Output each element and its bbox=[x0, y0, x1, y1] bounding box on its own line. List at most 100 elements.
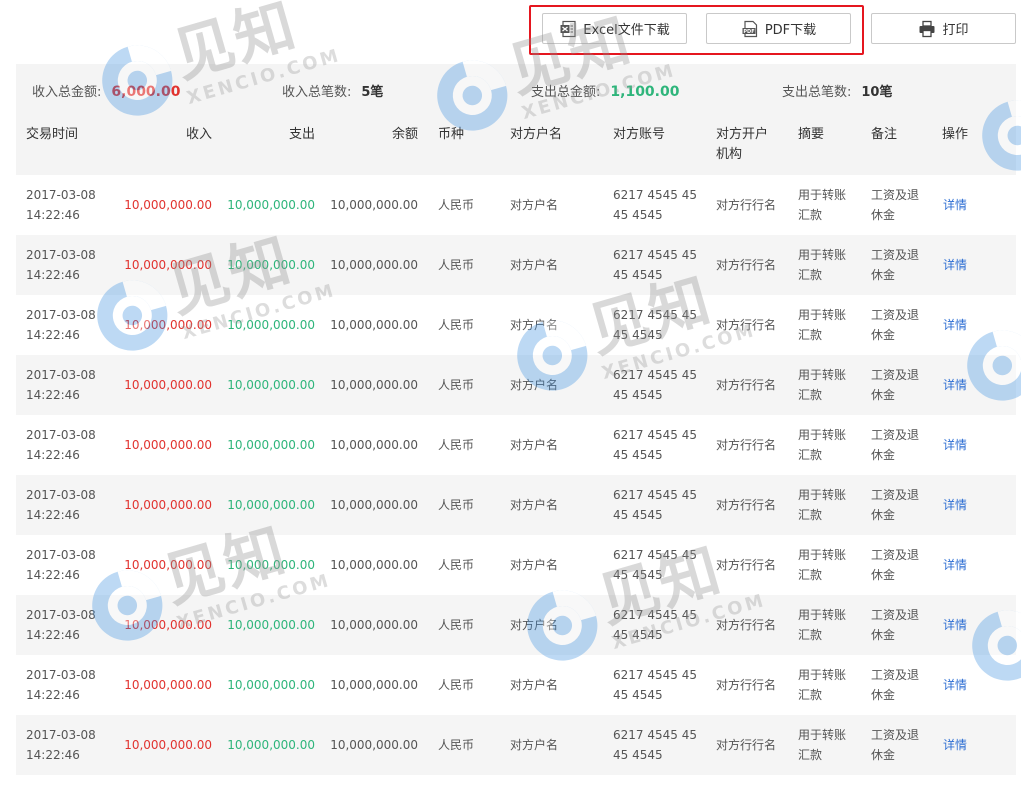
cell-income: 10,000,000.00 bbox=[124, 195, 212, 215]
cell-remark-remark-2: 休金 bbox=[871, 568, 896, 582]
cell-payee-account-account-2: 45 4545 bbox=[613, 508, 663, 522]
detail-link-action[interactable]: 详情 bbox=[943, 255, 967, 275]
table-row: 2017-03-08 14:22:46 10,000,000.00 10,000,00… bbox=[16, 355, 1016, 415]
detail-link[interactable]: 详情 bbox=[943, 195, 967, 215]
cell-expense: 10,000,000.00 bbox=[227, 735, 315, 755]
cell-payee-account-account-1: 6217 4545 45 bbox=[613, 668, 697, 682]
cell-time-date: 2017-03-08 bbox=[26, 548, 96, 562]
cell-payee-name: 对方户名 bbox=[510, 735, 558, 755]
cell-payee-account: 6217 4545 45 45 4545 bbox=[613, 545, 697, 585]
cell-summary-summary-2: 汇款 bbox=[798, 748, 823, 762]
detail-link-action[interactable]: 详情 bbox=[943, 615, 967, 635]
cell-expense: 10,000,000.00 bbox=[227, 195, 315, 215]
cell-balance: 10,000,000.00 bbox=[330, 195, 418, 215]
cell-time: 2017-03-08 14:22:46 bbox=[26, 365, 96, 405]
excel-file-icon bbox=[560, 20, 576, 37]
cell-payee-name: 对方户名 bbox=[510, 675, 558, 695]
cell-balance-balance: 10,000,000.00 bbox=[330, 738, 418, 752]
detail-link[interactable]: 详情 bbox=[943, 315, 967, 335]
detail-link-action[interactable]: 详情 bbox=[943, 495, 967, 515]
cell-expense: 10,000,000.00 bbox=[227, 435, 315, 455]
header-remark: 备注 bbox=[871, 127, 898, 142]
excel-download-button[interactable]: Excel文件下载 bbox=[542, 13, 687, 44]
detail-link-action[interactable]: 详情 bbox=[943, 735, 967, 755]
cell-time: 2017-03-08 14:22:46 bbox=[26, 485, 96, 525]
cell-balance-balance: 10,000,000.00 bbox=[330, 498, 418, 512]
detail-link-action[interactable]: 详情 bbox=[943, 555, 967, 575]
cell-balance: 10,000,000.00 bbox=[330, 735, 418, 755]
cell-balance-balance: 10,000,000.00 bbox=[330, 378, 418, 392]
detail-link[interactable]: 详情 bbox=[943, 495, 967, 515]
cell-summary-summary-2: 汇款 bbox=[798, 688, 823, 702]
cell-summary-summary-2: 汇款 bbox=[798, 568, 823, 582]
detail-link[interactable]: 详情 bbox=[943, 375, 967, 395]
detail-link-action[interactable]: 详情 bbox=[943, 195, 967, 215]
cell-remark-remark-2: 休金 bbox=[871, 688, 896, 702]
cell-expense-expense: 10,000,000.00 bbox=[227, 738, 315, 752]
cell-remark-remark-1: 工资及退 bbox=[871, 488, 920, 502]
cell-remark: 工资及退 休金 bbox=[871, 305, 919, 345]
cell-remark-remark-2: 休金 bbox=[871, 268, 896, 282]
cell-payee-bank-bank: 对方行行名 bbox=[716, 198, 777, 212]
cell-time-time: 14:22:46 bbox=[26, 388, 80, 402]
cell-expense-expense: 10,000,000.00 bbox=[227, 678, 315, 692]
cell-payee-bank: 对方行行名 bbox=[716, 375, 776, 395]
detail-link[interactable]: 详情 bbox=[943, 435, 967, 455]
detail-link[interactable]: 详情 bbox=[943, 735, 967, 755]
detail-link-action[interactable]: 详情 bbox=[943, 315, 967, 335]
cell-balance-balance: 10,000,000.00 bbox=[330, 678, 418, 692]
detail-link[interactable]: 详情 bbox=[943, 675, 967, 695]
cell-payee-account-account-1: 6217 4545 45 bbox=[613, 728, 697, 742]
cell-payee-bank: 对方行行名 bbox=[716, 555, 776, 575]
cell-payee-account-account-2: 45 4545 bbox=[613, 268, 663, 282]
cell-balance: 10,000,000.00 bbox=[330, 255, 418, 275]
cell-remark-remark-2: 休金 bbox=[871, 748, 896, 762]
detail-link[interactable]: 详情 bbox=[943, 255, 967, 275]
detail-link[interactable]: 详情 bbox=[943, 615, 967, 635]
cell-remark-remark-1: 工资及退 bbox=[871, 548, 920, 562]
cell-payee-bank: 对方行行名 bbox=[716, 615, 776, 635]
cell-income-income: 10,000,000.00 bbox=[124, 618, 212, 632]
cell-balance-balance: 10,000,000.00 bbox=[330, 318, 418, 332]
cell-income: 10,000,000.00 bbox=[124, 375, 212, 395]
header-balance: 余额 bbox=[391, 127, 418, 142]
cell-time: 2017-03-08 14:22:46 bbox=[26, 605, 96, 645]
cell-time: 2017-03-08 14:22:46 bbox=[26, 665, 96, 705]
pdf-download-button[interactable]: PDF PDF下载 bbox=[706, 13, 851, 44]
cell-payee-name-payee-name: 对方户名 bbox=[510, 198, 559, 212]
cell-payee-bank-bank: 对方行行名 bbox=[716, 318, 777, 332]
income-total-label: 收入总金额: bbox=[32, 85, 102, 100]
cell-expense: 10,000,000.00 bbox=[227, 675, 315, 695]
cell-summary: 用于转账 汇款 bbox=[798, 245, 846, 285]
cell-summary-summary-2: 汇款 bbox=[798, 448, 823, 462]
cell-payee-bank: 对方行行名 bbox=[716, 435, 776, 455]
cell-payee-account-account-2: 45 4545 bbox=[613, 748, 663, 762]
cell-payee-account-account-1: 6217 4545 45 bbox=[613, 188, 697, 202]
table-row: 2017-03-08 14:22:46 10,000,000.00 10,000,00… bbox=[16, 295, 1016, 355]
cell-payee-bank-bank: 对方行行名 bbox=[716, 498, 777, 512]
pdf-file-icon: PDF bbox=[742, 20, 757, 37]
detail-link-action[interactable]: 详情 bbox=[943, 675, 967, 695]
cell-payee-bank-bank: 对方行行名 bbox=[716, 738, 777, 752]
cell-summary-summary-2: 汇款 bbox=[798, 508, 823, 522]
header-summary: 摘要 bbox=[798, 127, 825, 142]
cell-income-income: 10,000,000.00 bbox=[124, 258, 212, 272]
cell-payee-name-payee-name: 对方户名 bbox=[510, 378, 559, 392]
expense-total-value: 1,100.00 bbox=[610, 84, 680, 100]
cell-time-date: 2017-03-08 bbox=[26, 728, 96, 742]
print-button[interactable]: 打印 bbox=[871, 13, 1016, 44]
detail-link[interactable]: 详情 bbox=[943, 555, 967, 575]
cell-time: 2017-03-08 14:22:46 bbox=[26, 185, 96, 225]
cell-payee-account-account-2: 45 4545 bbox=[613, 688, 663, 702]
cell-expense: 10,000,000.00 bbox=[227, 555, 315, 575]
cell-payee-bank-bank: 对方行行名 bbox=[716, 558, 777, 572]
cell-summary-summary-2: 汇款 bbox=[798, 268, 823, 282]
cell-remark-remark-1: 工资及退 bbox=[871, 608, 920, 622]
cell-summary-summary-1: 用于转账 bbox=[798, 668, 847, 682]
detail-link-action[interactable]: 详情 bbox=[943, 435, 967, 455]
cell-currency: 人民币 bbox=[438, 435, 474, 455]
cell-currency-currency: 人民币 bbox=[438, 378, 475, 392]
detail-link-action[interactable]: 详情 bbox=[943, 375, 967, 395]
cell-summary-summary-1: 用于转账 bbox=[798, 488, 847, 502]
cell-time: 2017-03-08 14:22:46 bbox=[26, 305, 96, 345]
